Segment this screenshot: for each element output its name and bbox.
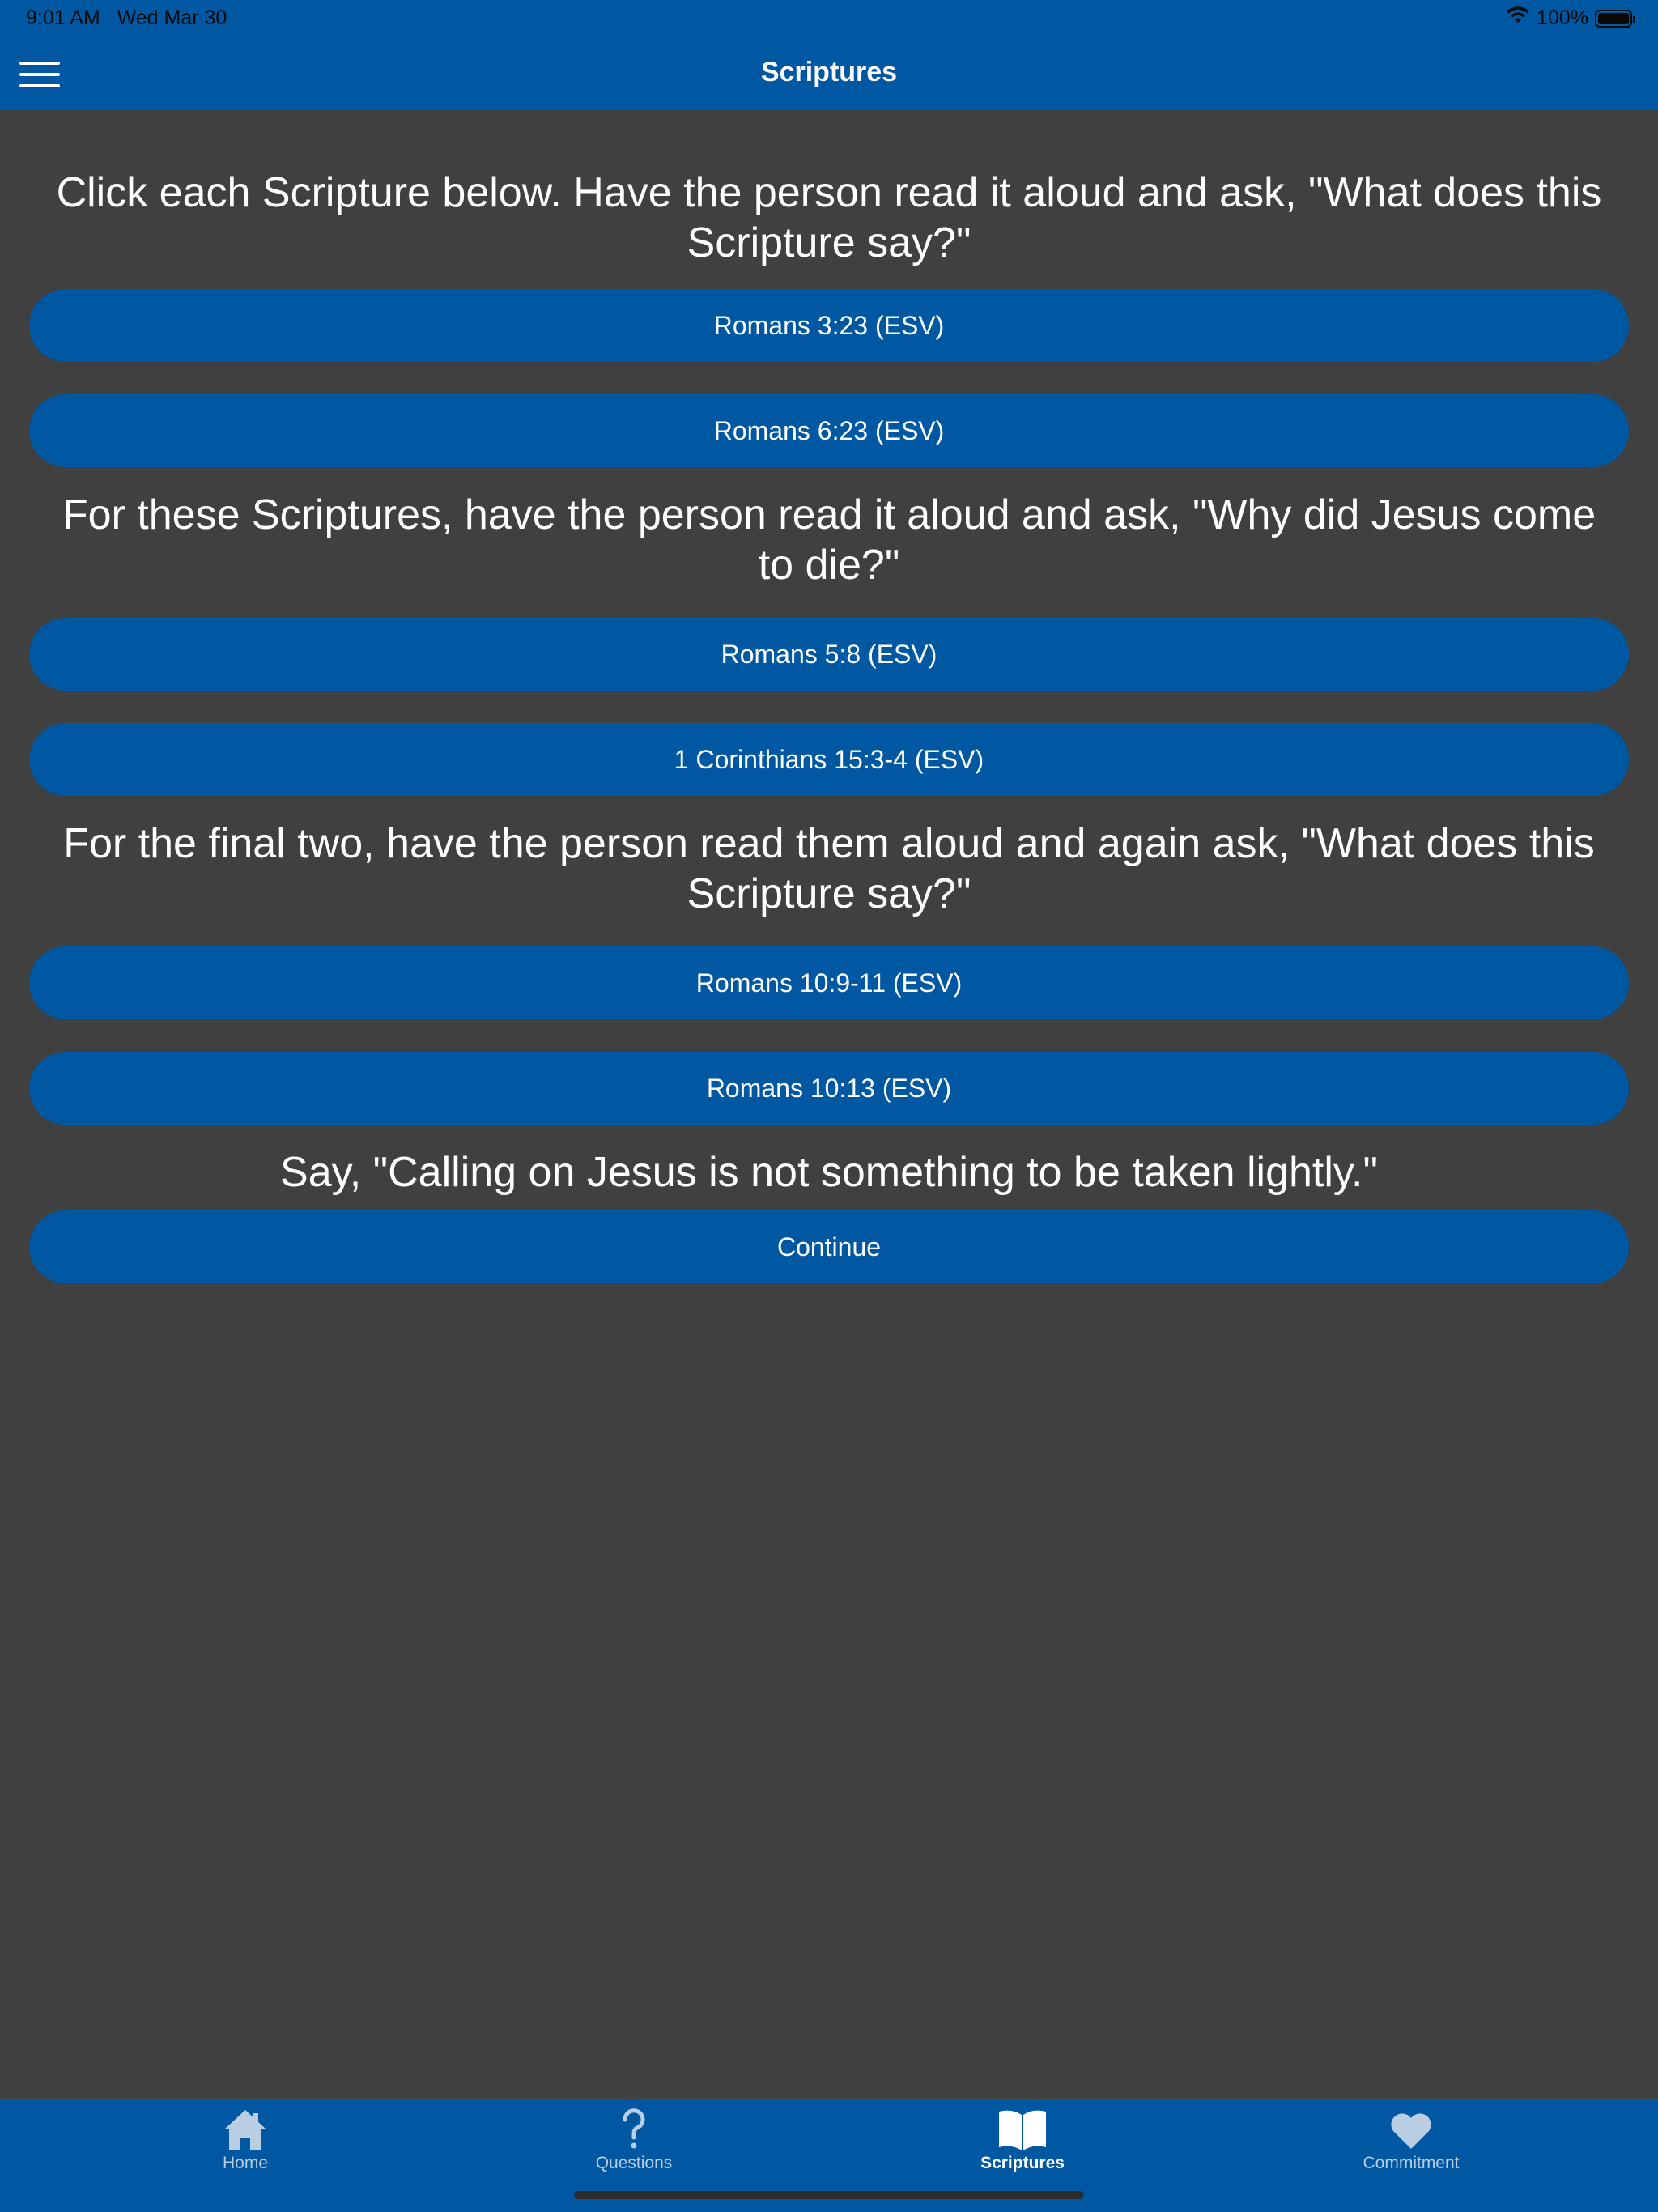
- page-title: Scriptures: [760, 57, 898, 87]
- status-time-date: 9:01 AM Wed Mar 30: [26, 6, 227, 30]
- tab-questions-label: Questions: [595, 2154, 673, 2172]
- scripture-button-romans-5-8[interactable]: Romans 5:8 (ESV): [29, 618, 1629, 691]
- battery-percent: 100%: [1537, 6, 1588, 29]
- scripture-button-1-corinthians-15-3-4[interactable]: 1 Corinthians 15:3-4 (ESV): [29, 723, 1629, 796]
- heart-icon: [1314, 2105, 1508, 2154]
- scripture-button-romans-10-13[interactable]: Romans 10:13 (ESV): [29, 1052, 1629, 1125]
- tab-scriptures-label: Scriptures: [980, 2154, 1065, 2172]
- status-indicators: 100%: [1506, 6, 1635, 30]
- scripture-button-romans-3-23[interactable]: Romans 3:23 (ESV): [29, 289, 1629, 362]
- tab-home-label: Home: [222, 2154, 269, 2172]
- continue-button[interactable]: Continue: [29, 1210, 1629, 1283]
- status-date: Wed Mar 30: [117, 6, 227, 29]
- tab-commitment[interactable]: Commitment: [1314, 2105, 1508, 2186]
- question-icon: [537, 2105, 731, 2154]
- scripture-button-romans-10-9-11[interactable]: Romans 10:9-11 (ESV): [29, 946, 1629, 1019]
- home-indicator[interactable]: [574, 2191, 1084, 2199]
- scripture-button-romans-6-23[interactable]: Romans 6:23 (ESV): [29, 394, 1629, 467]
- top-bar: 9:01 AM Wed Mar 30 100% Scriptures: [0, 0, 1658, 109]
- tab-commitment-label: Commitment: [1363, 2154, 1460, 2172]
- tab-scriptures[interactable]: Scriptures: [925, 2105, 1120, 2186]
- home-icon: [148, 2105, 342, 2154]
- instruction-2: For these Scriptures, have the person re…: [62, 491, 1596, 589]
- tab-questions[interactable]: Questions: [537, 2105, 731, 2186]
- wifi-icon: [1506, 6, 1530, 30]
- instruction-3: For the final two, have the person read …: [63, 820, 1595, 917]
- book-icon: [925, 2105, 1120, 2154]
- instruction-4: Say, "Calling on Jesus is not something …: [280, 1149, 1378, 1196]
- status-time: 9:01 AM: [26, 6, 100, 29]
- scriptures-screen: 9:01 AM Wed Mar 30 100% Scriptures Click…: [0, 0, 1658, 2212]
- tab-home[interactable]: Home: [148, 2105, 342, 2186]
- main-content: Click each Scripture below. Have the per…: [0, 109, 1658, 1283]
- battery-icon: [1595, 9, 1635, 28]
- instruction-1: Click each Scripture below. Have the per…: [56, 169, 1602, 266]
